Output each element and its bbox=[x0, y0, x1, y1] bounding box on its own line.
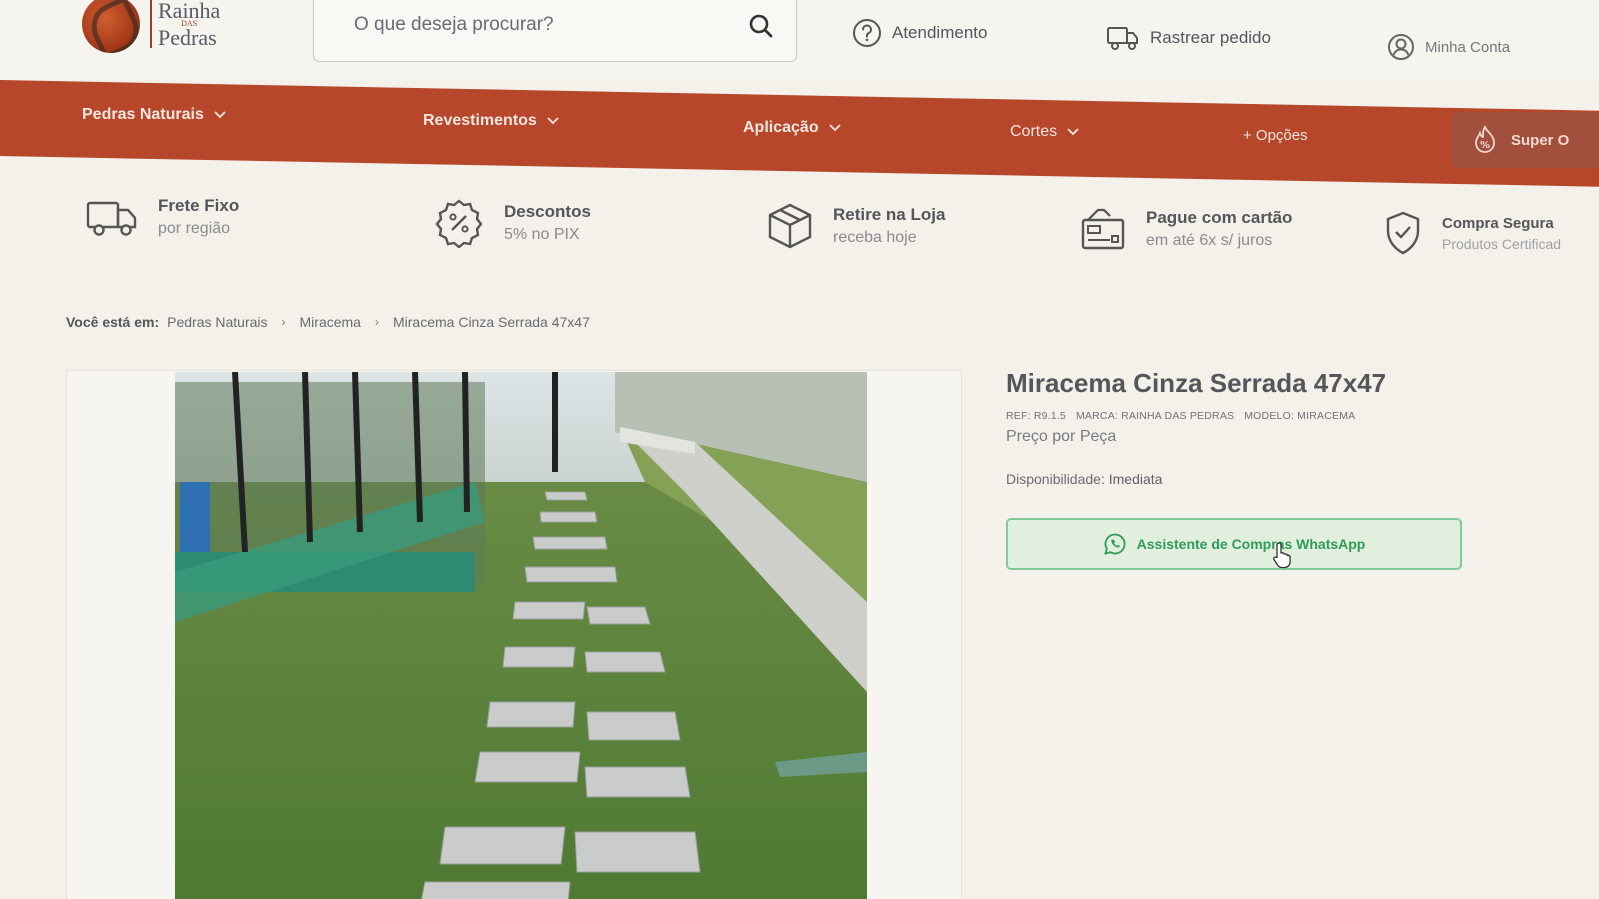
feature-subtitle: por região bbox=[158, 220, 231, 237]
support-link[interactable]: Atendimento bbox=[852, 18, 987, 48]
nav-label: Revestimentos bbox=[423, 112, 537, 129]
feature-title: Frete Fixo bbox=[158, 196, 240, 215]
feature-title: Descontos bbox=[504, 202, 591, 221]
nav-item-cortes[interactable]: Cortes bbox=[1010, 123, 1079, 141]
breadcrumb-item[interactable]: Pedras Naturais bbox=[167, 314, 267, 330]
search-input[interactable] bbox=[354, 11, 734, 39]
track-order-label: Rastrear pedido bbox=[1150, 28, 1271, 47]
nav-label: Cortes bbox=[1010, 123, 1058, 140]
question-circle-icon bbox=[853, 19, 881, 47]
flame-percent-icon: % bbox=[1475, 125, 1495, 153]
feature-descontos: Descontos 5% no PIX bbox=[434, 198, 591, 248]
nav-item-revestimentos[interactable]: Revestimentos bbox=[423, 112, 559, 130]
breadcrumb-item-current: Miracema Cinza Serrada 47x47 bbox=[392, 314, 590, 330]
nav-item-pedras-naturais[interactable]: Pedras Naturais bbox=[82, 106, 226, 124]
nav-label: Pedras Naturais bbox=[82, 106, 204, 123]
availability-label: Disponibilidade: bbox=[1006, 471, 1105, 487]
logo-mark-icon bbox=[82, 0, 140, 53]
whatsapp-button-label: Assistente de Compras WhatsApp bbox=[1136, 536, 1366, 552]
hand-pointer-icon bbox=[1273, 542, 1291, 569]
feature-cartao: Pague com cartão em até 6x s/ juros bbox=[1080, 206, 1292, 252]
breadcrumb: Você está em: Pedras Naturais › Miracema… bbox=[66, 314, 590, 330]
breadcrumb-label: Você está em: bbox=[66, 314, 160, 330]
product-photo[interactable] bbox=[175, 372, 867, 899]
product-price-unit: Preço por Peça bbox=[1006, 428, 1117, 445]
support-label: Atendimento bbox=[892, 23, 988, 42]
nav-label: Aplicação bbox=[743, 119, 819, 136]
nav-item-aplicacao[interactable]: Aplicação bbox=[743, 119, 841, 137]
nav-label: + Opções bbox=[1243, 127, 1308, 144]
shield-icon bbox=[1386, 211, 1420, 255]
chevron-down-icon bbox=[547, 117, 559, 125]
product-model: MODELO: MIRACEMA bbox=[1244, 410, 1356, 422]
feature-title: Compra Segura bbox=[1442, 214, 1554, 232]
logo-word-1: Rainha bbox=[158, 0, 221, 23]
account-label: Minha Conta bbox=[1425, 38, 1511, 56]
whatsapp-assistant-button[interactable]: Assistente de Compras WhatsApp bbox=[1006, 518, 1462, 570]
chevron-down-icon bbox=[214, 111, 226, 119]
product-ref: REF: R9.1.5 bbox=[1006, 410, 1066, 422]
chevron-down-icon bbox=[1067, 128, 1079, 136]
product-meta: REF: R9.1.5 MARCA: RAINHA DAS PEDRAS MOD… bbox=[1006, 410, 1355, 422]
feature-title: Retire na Loja bbox=[833, 205, 946, 224]
site-logo[interactable]: Rainha DAS Pedras bbox=[82, 0, 242, 54]
card-icon bbox=[1081, 208, 1125, 250]
feature-subtitle: 5% no PIX bbox=[504, 226, 580, 243]
feature-subtitle: em até 6x s/ juros bbox=[1146, 232, 1273, 249]
breadcrumb-item[interactable]: Miracema bbox=[300, 314, 361, 330]
truck-icon bbox=[1107, 27, 1138, 50]
feature-subtitle: receba hoje bbox=[833, 229, 917, 246]
super-offer-label: Super O bbox=[1511, 131, 1570, 149]
product-availability: Disponibilidade: Imediata bbox=[1006, 471, 1162, 487]
logo-word-2: Pedras bbox=[158, 25, 217, 50]
svg-text:%: % bbox=[1480, 140, 1490, 151]
feature-frete: Frete Fixo por região bbox=[86, 195, 239, 239]
percent-icon bbox=[435, 199, 483, 248]
feature-retire: Retire na Loja receba hoje bbox=[767, 202, 945, 250]
search-icon[interactable] bbox=[746, 11, 776, 41]
super-offer-button[interactable]: % Super O bbox=[1451, 112, 1599, 168]
availability-value: Imediata bbox=[1108, 471, 1163, 487]
product-brand: MARCA: RAINHA DAS PEDRAS bbox=[1075, 410, 1235, 422]
feature-subtitle: Produtos Certificad bbox=[1442, 235, 1562, 252]
account-link[interactable]: Minha Conta bbox=[1387, 33, 1510, 61]
truck-icon bbox=[86, 201, 137, 236]
feature-compra-segura: Compra Segura Produtos Certificad bbox=[1384, 210, 1561, 256]
nav-item-more-options[interactable]: + Opções bbox=[1243, 127, 1308, 144]
chevron-right-icon: › bbox=[281, 315, 286, 329]
feature-title: Pague com cartão bbox=[1146, 208, 1293, 227]
box-icon bbox=[768, 203, 812, 249]
user-circle-icon bbox=[1388, 34, 1414, 60]
product-title: Miracema Cinza Serrada 47x47 bbox=[1006, 368, 1387, 398]
site-header: Rainha DAS Pedras Atendimento Rastrear p… bbox=[0, 0, 1599, 80]
track-order-link[interactable]: Rastrear pedido bbox=[1106, 24, 1271, 52]
whatsapp-icon bbox=[1103, 533, 1126, 555]
search-box bbox=[313, 0, 797, 62]
chevron-right-icon: › bbox=[374, 315, 379, 329]
chevron-down-icon bbox=[828, 124, 841, 132]
